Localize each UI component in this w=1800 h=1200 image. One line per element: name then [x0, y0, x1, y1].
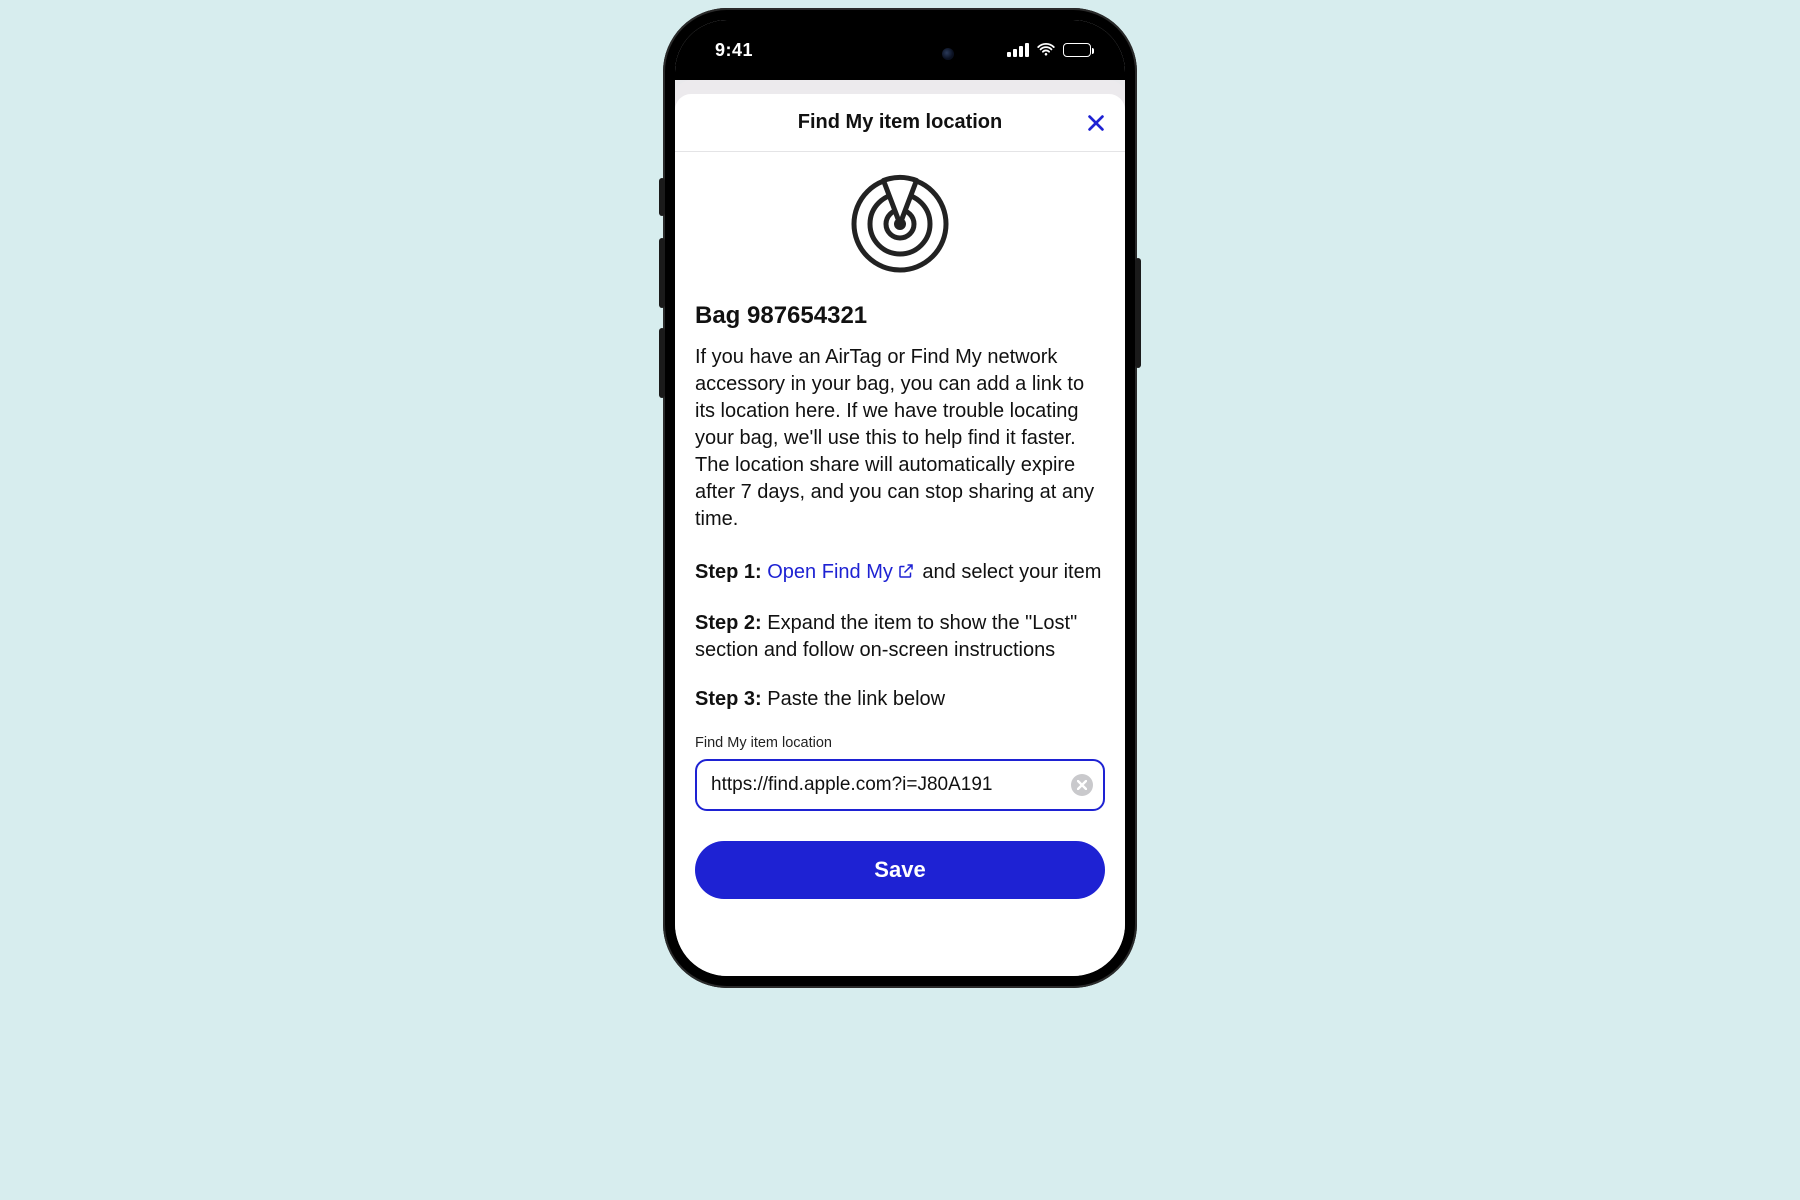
step-2-label: Step 2: [695, 612, 762, 634]
dynamic-island [832, 34, 968, 74]
wifi-icon [1036, 40, 1056, 61]
step-3-label: Step 3: [695, 688, 762, 710]
field-label: Find My item location [695, 735, 1105, 751]
clear-input-button[interactable] [1071, 774, 1093, 796]
step-1-label: Step 1: [695, 561, 762, 583]
step-1: Step 1: Open Find My and select your ite… [695, 559, 1105, 588]
sheet-body: Bag 987654321 If you have an AirTag or F… [675, 152, 1125, 899]
external-link-icon [897, 561, 915, 588]
step-2: Step 2: Expand the item to show the "Los… [695, 610, 1105, 664]
close-button[interactable] [1081, 108, 1111, 138]
volume-down-button [659, 328, 665, 398]
status-time: 9:41 [715, 40, 753, 61]
close-icon [1085, 112, 1107, 134]
volume-up-button [659, 238, 665, 308]
battery-icon [1063, 43, 1091, 57]
phone-frame: 9:41 Find My item location [663, 8, 1137, 988]
step-1-tail: and select your item [917, 561, 1102, 583]
open-find-my-link[interactable]: Open Find My [767, 561, 917, 583]
step-3-text: Paste the link below [762, 688, 945, 710]
url-input-wrap[interactable] [695, 759, 1105, 811]
status-indicators [1007, 40, 1091, 61]
sheet-header: Find My item location [675, 94, 1125, 152]
side-button [659, 178, 665, 216]
bag-title: Bag 987654321 [695, 302, 1105, 330]
url-input[interactable] [711, 774, 1061, 796]
step-3: Step 3: Paste the link below [695, 686, 1105, 713]
sheet-title: Find My item location [798, 111, 1002, 134]
screen: 9:41 Find My item location [675, 20, 1125, 976]
power-button [1135, 258, 1141, 368]
findmy-icon [695, 174, 1105, 274]
modal-sheet: Find My item location [675, 94, 1125, 976]
description-text: If you have an AirTag or Find My network… [695, 344, 1105, 533]
clear-icon [1077, 780, 1087, 790]
save-button[interactable]: Save [695, 841, 1105, 899]
cellular-icon [1007, 43, 1029, 57]
